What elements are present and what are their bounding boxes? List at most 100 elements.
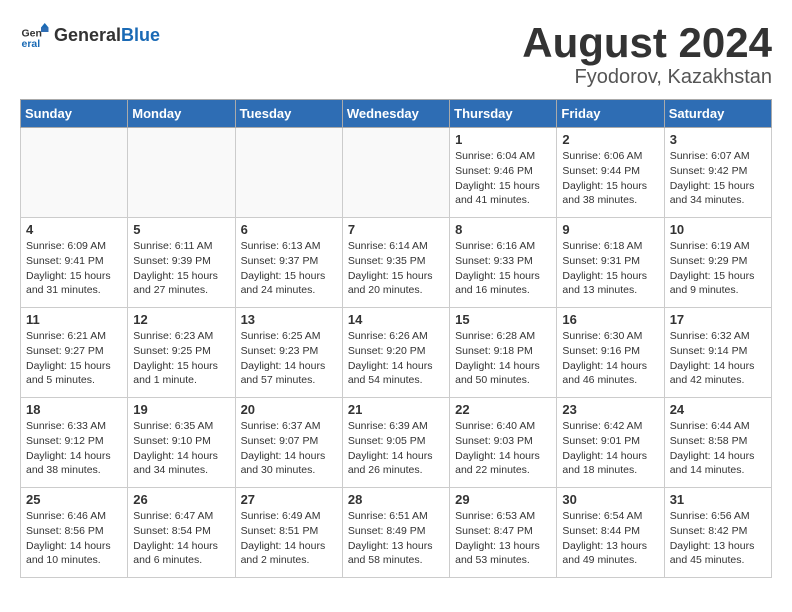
day-number: 3 (670, 132, 766, 147)
calendar-day-cell: 17 Sunrise: 6:32 AMSunset: 9:14 PMDayligh… (664, 308, 771, 398)
calendar-day-cell: 1 Sunrise: 6:04 AMSunset: 9:46 PMDaylight… (450, 128, 557, 218)
day-number: 14 (348, 312, 444, 327)
month-title: August 2024 (522, 20, 772, 66)
day-number: 7 (348, 222, 444, 237)
calendar-week-row: 18 Sunrise: 6:33 AMSunset: 9:12 PMDayligh… (21, 398, 772, 488)
calendar-day-cell: 26 Sunrise: 6:47 AMSunset: 8:54 PMDayligh… (128, 488, 235, 578)
day-number: 18 (26, 402, 122, 417)
day-info: Sunrise: 6:18 AMSunset: 9:31 PMDaylight:… (562, 239, 658, 298)
day-info: Sunrise: 6:53 AMSunset: 8:47 PMDaylight:… (455, 509, 551, 568)
day-info: Sunrise: 6:25 AMSunset: 9:23 PMDaylight:… (241, 329, 337, 388)
day-number: 27 (241, 492, 337, 507)
weekday-header: Monday (128, 100, 235, 128)
day-info: Sunrise: 6:11 AMSunset: 9:39 PMDaylight:… (133, 239, 229, 298)
day-info: Sunrise: 6:14 AMSunset: 9:35 PMDaylight:… (348, 239, 444, 298)
day-info: Sunrise: 6:42 AMSunset: 9:01 PMDaylight:… (562, 419, 658, 478)
logo-icon: Gen eral (20, 20, 50, 50)
day-number: 5 (133, 222, 229, 237)
day-info: Sunrise: 6:30 AMSunset: 9:16 PMDaylight:… (562, 329, 658, 388)
day-number: 24 (670, 402, 766, 417)
calendar-day-cell: 22Sunrise: 6:40 AMSunset: 9:03 PMDayligh… (450, 398, 557, 488)
day-info: Sunrise: 6:44 AMSunset: 8:58 PMDaylight:… (670, 419, 766, 478)
day-info: Sunrise: 6:13 AMSunset: 9:37 PMDaylight:… (241, 239, 337, 298)
calendar-day-cell: 31Sunrise: 6:56 AMSunset: 8:42 PMDayligh… (664, 488, 771, 578)
day-info: Sunrise: 6:46 AMSunset: 8:56 PMDaylight:… (26, 509, 122, 568)
calendar-day-cell: 6Sunrise: 6:13 AMSunset: 9:37 PMDaylight… (235, 218, 342, 308)
day-info: Sunrise: 6:21 AMSunset: 9:27 PMDaylight:… (26, 329, 122, 388)
day-number: 29 (455, 492, 551, 507)
calendar-day-cell (342, 128, 449, 218)
day-number: 31 (670, 492, 766, 507)
day-number: 30 (562, 492, 658, 507)
calendar-day-cell: 27Sunrise: 6:49 AMSunset: 8:51 PMDayligh… (235, 488, 342, 578)
day-info: Sunrise: 6:32 AMSunset: 9:14 PMDaylight:… (670, 329, 766, 388)
calendar-day-cell: 25 Sunrise: 6:46 AMSunset: 8:56 PMDayligh… (21, 488, 128, 578)
calendar-table: SundayMondayTuesdayWednesdayThursdayFrid… (20, 99, 772, 578)
calendar-day-cell: 23 Sunrise: 6:42 AMSunset: 9:01 PMDayligh… (557, 398, 664, 488)
day-info: Sunrise: 6:16 AMSunset: 9:33 PMDaylight:… (455, 239, 551, 298)
day-info: Sunrise: 6:04 AMSunset: 9:46 PMDaylight:… (455, 149, 551, 208)
calendar-day-cell: 19 Sunrise: 6:35 AMSunset: 9:10 PMDayligh… (128, 398, 235, 488)
day-info: Sunrise: 6:35 AMSunset: 9:10 PMDaylight:… (133, 419, 229, 478)
day-number: 20 (241, 402, 337, 417)
day-info: Sunrise: 6:37 AMSunset: 9:07 PMDaylight:… (241, 419, 337, 478)
weekday-header: Saturday (664, 100, 771, 128)
calendar-day-cell: 2 Sunrise: 6:06 AMSunset: 9:44 PMDaylight… (557, 128, 664, 218)
logo: Gen eral GeneralBlue (20, 20, 160, 50)
weekday-header: Sunday (21, 100, 128, 128)
calendar-day-cell (128, 128, 235, 218)
calendar-week-row: 25 Sunrise: 6:46 AMSunset: 8:56 PMDayligh… (21, 488, 772, 578)
weekday-header-row: SundayMondayTuesdayWednesdayThursdayFrid… (21, 100, 772, 128)
calendar-day-cell: 29 Sunrise: 6:53 AMSunset: 8:47 PMDayligh… (450, 488, 557, 578)
calendar-week-row: 11 Sunrise: 6:21 AMSunset: 9:27 PMDayligh… (21, 308, 772, 398)
calendar-day-cell: 30 Sunrise: 6:54 AMSunset: 8:44 PMDayligh… (557, 488, 664, 578)
calendar-day-cell: 21Sunrise: 6:39 AMSunset: 9:05 PMDayligh… (342, 398, 449, 488)
day-info: Sunrise: 6:19 AMSunset: 9:29 PMDaylight:… (670, 239, 766, 298)
day-info: Sunrise: 6:09 AMSunset: 9:41 PMDaylight:… (26, 239, 122, 298)
day-info: Sunrise: 6:54 AMSunset: 8:44 PMDaylight:… (562, 509, 658, 568)
day-number: 26 (133, 492, 229, 507)
day-number: 17 (670, 312, 766, 327)
day-number: 11 (26, 312, 122, 327)
day-number: 15 (455, 312, 551, 327)
day-number: 12 (133, 312, 229, 327)
day-info: Sunrise: 6:51 AMSunset: 8:49 PMDaylight:… (348, 509, 444, 568)
day-info: Sunrise: 6:39 AMSunset: 9:05 PMDaylight:… (348, 419, 444, 478)
calendar-day-cell: 24 Sunrise: 6:44 AMSunset: 8:58 PMDayligh… (664, 398, 771, 488)
calendar-day-cell (21, 128, 128, 218)
day-number: 4 (26, 222, 122, 237)
weekday-header: Tuesday (235, 100, 342, 128)
day-number: 23 (562, 402, 658, 417)
day-info: Sunrise: 6:23 AMSunset: 9:25 PMDaylight:… (133, 329, 229, 388)
location-title: Fyodorov, Kazakhstan (522, 66, 772, 89)
day-info: Sunrise: 6:26 AMSunset: 9:20 PMDaylight:… (348, 329, 444, 388)
calendar-day-cell: 18 Sunrise: 6:33 AMSunset: 9:12 PMDayligh… (21, 398, 128, 488)
calendar-day-cell: 4 Sunrise: 6:09 AMSunset: 9:41 PMDaylight… (21, 218, 128, 308)
day-number: 10 (670, 222, 766, 237)
weekday-header: Thursday (450, 100, 557, 128)
day-number: 19 (133, 402, 229, 417)
day-number: 16 (562, 312, 658, 327)
logo-general: General (54, 25, 121, 45)
calendar-day-cell: 3Sunrise: 6:07 AMSunset: 9:42 PMDaylight… (664, 128, 771, 218)
calendar-day-cell: 7 Sunrise: 6:14 AMSunset: 9:35 PMDaylight… (342, 218, 449, 308)
calendar-day-cell: 15 Sunrise: 6:28 AMSunset: 9:18 PMDayligh… (450, 308, 557, 398)
calendar-day-cell: 20 Sunrise: 6:37 AMSunset: 9:07 PMDayligh… (235, 398, 342, 488)
day-number: 1 (455, 132, 551, 147)
day-info: Sunrise: 6:47 AMSunset: 8:54 PMDaylight:… (133, 509, 229, 568)
day-info: Sunrise: 6:06 AMSunset: 9:44 PMDaylight:… (562, 149, 658, 208)
weekday-header: Wednesday (342, 100, 449, 128)
calendar-day-cell: 9Sunrise: 6:18 AMSunset: 9:31 PMDaylight… (557, 218, 664, 308)
page-header: Gen eral GeneralBlue August 2024 Fyodoro… (20, 20, 772, 89)
calendar-day-cell: 11 Sunrise: 6:21 AMSunset: 9:27 PMDayligh… (21, 308, 128, 398)
calendar-day-cell: 16 Sunrise: 6:30 AMSunset: 9:16 PMDayligh… (557, 308, 664, 398)
day-info: Sunrise: 6:28 AMSunset: 9:18 PMDaylight:… (455, 329, 551, 388)
day-number: 13 (241, 312, 337, 327)
calendar-week-row: 1 Sunrise: 6:04 AMSunset: 9:46 PMDaylight… (21, 128, 772, 218)
calendar-title-area: August 2024 Fyodorov, Kazakhstan (522, 20, 772, 89)
logo-blue: Blue (121, 25, 160, 45)
day-number: 2 (562, 132, 658, 147)
calendar-day-cell: 28Sunrise: 6:51 AMSunset: 8:49 PMDayligh… (342, 488, 449, 578)
day-number: 25 (26, 492, 122, 507)
day-info: Sunrise: 6:33 AMSunset: 9:12 PMDaylight:… (26, 419, 122, 478)
